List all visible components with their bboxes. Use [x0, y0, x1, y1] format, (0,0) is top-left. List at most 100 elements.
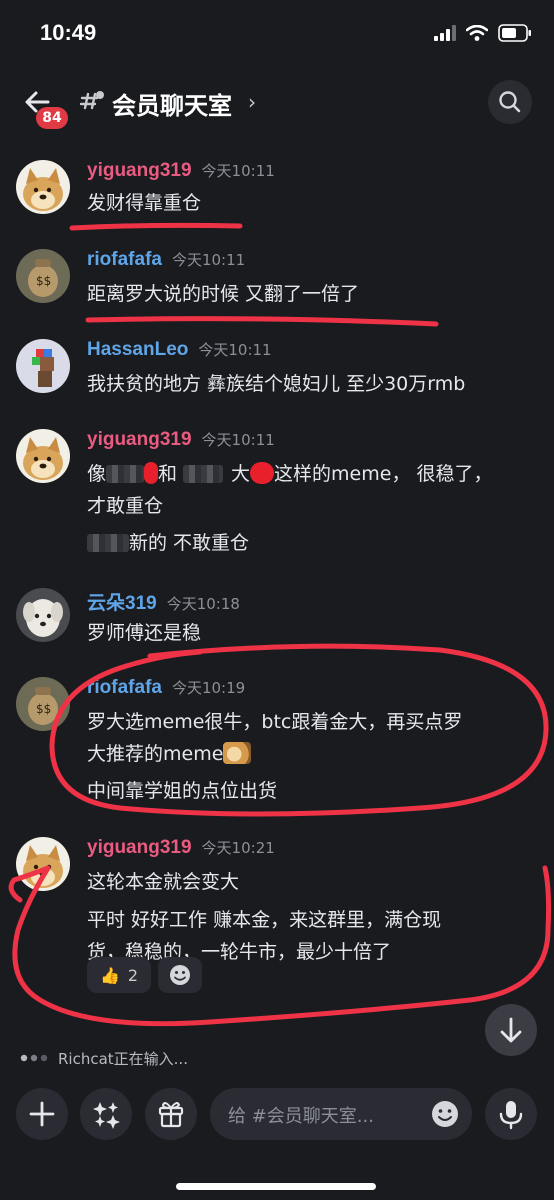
- typing-indicator: Richcat正在输入...: [20, 1046, 188, 1070]
- apps-icon: [93, 1102, 120, 1129]
- doge-avatar-image: [16, 429, 70, 483]
- avatar[interactable]: [16, 837, 70, 891]
- message-text: 像 和 大 这样的meme， 很稳了，: [87, 459, 492, 486]
- author-name[interactable]: yiguang319: [87, 429, 192, 451]
- timestamp: 今天10:21: [201, 839, 275, 857]
- text-segment: 大: [231, 463, 251, 485]
- avatar[interactable]: [16, 160, 70, 214]
- avatar[interactable]: [16, 339, 70, 393]
- status-bar: 10:49: [0, 0, 554, 68]
- message-text: 新的 不敢重仓: [87, 528, 249, 555]
- reaction-thumbs-up[interactable]: 👍 2: [87, 957, 151, 993]
- status-icons: [434, 22, 532, 44]
- reaction-count: 2: [127, 965, 139, 985]
- message-text: 大推荐的meme: [87, 739, 252, 766]
- message-text: 发财得靠重仓: [87, 192, 202, 214]
- typing-text: Richcat正在输入...: [58, 1049, 188, 1068]
- avatar[interactable]: [16, 429, 70, 483]
- channel-title[interactable]: 会员聊天室: [112, 86, 232, 121]
- author-name[interactable]: HassanLeo: [87, 339, 188, 361]
- typing-dots-icon: [20, 1054, 48, 1062]
- channel-hash-icon: [79, 91, 104, 110]
- svg-text:$$: $$: [36, 274, 51, 288]
- title-chevron[interactable]: ›: [248, 90, 256, 114]
- wifi-icon: [466, 25, 488, 41]
- author-name[interactable]: yiguang319: [87, 837, 192, 859]
- battery-icon: [498, 24, 531, 42]
- pixelated-redaction: [183, 465, 224, 483]
- arrow-down-icon: [500, 1017, 522, 1043]
- avatar[interactable]: [16, 588, 70, 642]
- message-text: 我扶贫的地方 彝族结个媳妇儿 至少30万rmb: [87, 373, 466, 395]
- red-annotation-overlay: [8, 222, 552, 1027]
- text-segment: 大推荐的meme: [87, 743, 224, 765]
- doge-avatar-image: [16, 837, 70, 891]
- message-text: 平时 好好工作 赚本金，来这群里，满仓现: [87, 909, 442, 931]
- message-header: yiguang319 今天10:11: [87, 429, 275, 455]
- search-icon: [499, 91, 521, 113]
- money-bag-avatar-image: $$: [16, 249, 70, 303]
- search-button[interactable]: [488, 80, 532, 124]
- message-text: 罗大选meme很牛，btc跟着金大，再买点罗: [87, 711, 463, 733]
- timestamp: 今天10:11: [171, 251, 246, 269]
- author-name[interactable]: yiguang319: [87, 160, 192, 182]
- timestamp: 今天10:18: [166, 595, 240, 613]
- author-name[interactable]: riofafafa: [87, 677, 162, 699]
- voice-message-button[interactable]: [485, 1088, 537, 1140]
- doge-avatar-image: [16, 160, 70, 214]
- timestamp: 今天10:19: [171, 679, 246, 697]
- message-header: 云朵319 今天10:18: [87, 588, 240, 614]
- message-text: 才敢重仓: [87, 495, 164, 517]
- gift-icon: [158, 1102, 184, 1128]
- message-input[interactable]: 给 #会员聊天室...: [210, 1088, 472, 1140]
- apps-button[interactable]: [80, 1088, 132, 1140]
- signal-icon: [434, 25, 456, 41]
- pixel-avatar-image: [16, 339, 70, 393]
- underline-annotation: [69, 222, 243, 231]
- message-text: 这轮本金就会变大: [87, 871, 240, 893]
- text-segment: 和: [158, 463, 178, 485]
- channel-header: 84 会员聊天室 ›: [0, 72, 554, 136]
- add-reaction-icon: [170, 965, 190, 985]
- avatar[interactable]: $$: [16, 677, 70, 731]
- text-segment: 新的 不敢重仓: [129, 532, 250, 554]
- svg-text:$$: $$: [36, 702, 51, 716]
- jump-to-latest-button[interactable]: [485, 1004, 537, 1056]
- status-time: 10:49: [40, 20, 97, 45]
- message-header: HassanLeo 今天10:11: [87, 339, 272, 365]
- doge-emoji-icon: [223, 742, 252, 764]
- pixelated-redaction: [87, 534, 129, 552]
- text-segment: 像: [87, 463, 107, 485]
- puppy-avatar-image: [16, 588, 70, 642]
- home-indicator: [176, 1183, 376, 1190]
- message-composer: 给 #会员聊天室...: [0, 1080, 554, 1160]
- message-text: 罗师傅还是稳: [87, 622, 202, 644]
- author-name[interactable]: riofafafa: [87, 249, 162, 271]
- pixelated-redaction: [106, 465, 145, 483]
- microphone-icon: [499, 1101, 523, 1130]
- plus-icon: [29, 1101, 55, 1127]
- underline-annotation: [85, 316, 439, 327]
- message-header: yiguang319 今天10:21: [87, 837, 275, 863]
- message-header: yiguang319 今天10:11: [87, 160, 275, 186]
- gift-button[interactable]: [145, 1088, 197, 1140]
- timestamp: 今天10:11: [198, 341, 272, 359]
- timestamp: 今天10:11: [201, 431, 275, 449]
- timestamp: 今天10:11: [201, 162, 275, 180]
- thumbs-up-icon: 👍: [99, 965, 120, 985]
- red-redaction-mark: [144, 462, 159, 484]
- author-name[interactable]: 云朵319: [87, 588, 157, 615]
- message-text: 距离罗大说的时候 又翻了一倍了: [87, 283, 360, 305]
- unread-badge: 84: [36, 107, 68, 129]
- emoji-icon[interactable]: [430, 1099, 460, 1129]
- attach-button[interactable]: [16, 1088, 68, 1140]
- red-redaction-mark: [250, 462, 275, 484]
- input-placeholder: 给 #会员聊天室...: [228, 1106, 374, 1127]
- message-text: 中间靠学姐的点位出货: [87, 780, 278, 802]
- text-segment: 这样的meme， 很稳了，: [274, 463, 493, 485]
- message-header: riofafafa 今天10:19: [87, 677, 245, 703]
- money-bag-avatar-image: $$: [16, 677, 70, 731]
- add-reaction-button[interactable]: [158, 957, 202, 993]
- message-header: riofafafa 今天10:11: [87, 249, 245, 275]
- avatar[interactable]: $$: [16, 249, 70, 303]
